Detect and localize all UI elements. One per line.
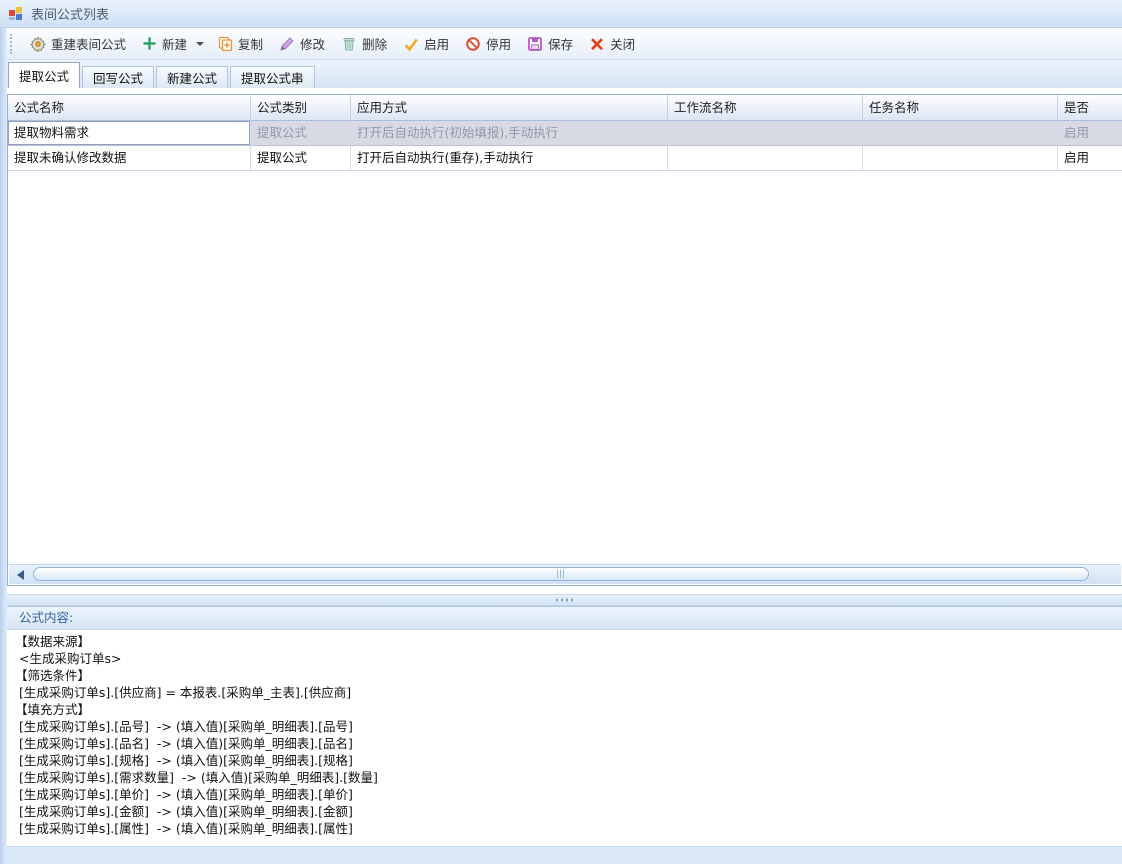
scroll-left-button[interactable] bbox=[12, 568, 28, 581]
column-header-3[interactable]: 应用方式 bbox=[351, 95, 668, 121]
formula-content-panel: 公式内容: 【数据来源】 <生成采购订单s>【筛选条件】 [生成采购订单s].[… bbox=[7, 606, 1122, 864]
panel-gap bbox=[0, 586, 1122, 594]
new-button[interactable]: 新建 bbox=[135, 31, 194, 56]
formula-list-window: 表间公式列表 重建表间公式 新建 bbox=[0, 0, 1122, 864]
formula-line: [生成采购订单s].[需求数量] -> (填入值)[采购单_明细表].[数量] bbox=[15, 769, 1118, 786]
table-row[interactable]: 提取未确认修改数据提取公式打开后自动执行(重存),手动执行 启用 bbox=[8, 146, 1122, 171]
tab-extract-formula[interactable]: 提取公式 bbox=[8, 62, 80, 88]
window-title: 表间公式列表 bbox=[31, 4, 109, 23]
scrollbar-grip bbox=[557, 570, 565, 579]
column-header-2[interactable]: 公式类别 bbox=[251, 95, 351, 121]
table-cell: 提取物料需求 bbox=[8, 121, 251, 146]
gear-icon bbox=[30, 36, 46, 52]
enable-button[interactable]: 启用 bbox=[396, 31, 456, 56]
column-header-6[interactable]: 是否 bbox=[1058, 95, 1122, 121]
column-header-4[interactable]: 工作流名称 bbox=[668, 95, 863, 121]
splitter-dots-icon bbox=[556, 599, 574, 602]
trash-icon bbox=[341, 36, 357, 52]
formula-line: [生成采购订单s].[金额] -> (填入值)[采购单_明细表].[金额] bbox=[15, 803, 1118, 820]
new-dropdown-arrow[interactable] bbox=[196, 42, 204, 46]
column-header-5[interactable]: 任务名称 bbox=[863, 95, 1058, 121]
formula-line: [生成采购订单s].[属性] -> (填入值)[采购单_明细表].[属性] bbox=[15, 820, 1118, 837]
table-cell: 提取公式 bbox=[251, 121, 351, 146]
table-cell: 打开后自动执行(重存),手动执行 bbox=[351, 146, 668, 171]
table-cell bbox=[863, 121, 1058, 146]
tab-extract-formula-chain[interactable]: 提取公式串 bbox=[230, 66, 315, 88]
grid-empty-area bbox=[8, 171, 1122, 564]
formula-line: [生成采购订单s].[品名] -> (填入值)[采购单_明细表].[品名] bbox=[15, 735, 1118, 752]
scrollbar-thumb[interactable] bbox=[33, 567, 1089, 581]
splitter-handle[interactable] bbox=[7, 594, 1122, 606]
titlebar: 表间公式列表 bbox=[0, 0, 1122, 28]
table-cell: 提取公式 bbox=[251, 146, 351, 171]
table-cell: 启用 bbox=[1058, 146, 1122, 171]
formula-content-header: 公式内容: bbox=[7, 607, 1122, 630]
close-icon bbox=[589, 36, 605, 52]
formula-line: <生成采购订单s> bbox=[15, 650, 1118, 667]
window-left-border bbox=[0, 28, 7, 864]
formula-grid: 公式名称公式类别应用方式工作流名称任务名称是否 提取物料需求提取公式打开后自动执… bbox=[7, 94, 1122, 586]
tab-new-formula[interactable]: 新建公式 bbox=[156, 66, 228, 88]
toolbar: 重建表间公式 新建 复制 bbox=[0, 28, 1122, 60]
ban-icon bbox=[465, 36, 481, 52]
formula-content-text[interactable]: 【数据来源】 <生成采购订单s>【筛选条件】 [生成采购订单s].[供应商] =… bbox=[7, 630, 1122, 847]
formula-line: [生成采购订单s].[单价] -> (填入值)[采购单_明细表].[单价] bbox=[15, 786, 1118, 803]
toolbar-grip[interactable] bbox=[10, 34, 13, 54]
tabstrip: 提取公式 回写公式 新建公式 提取公式串 bbox=[7, 60, 1122, 88]
formula-line: [生成采购订单s].[供应商] = 本报表.[采购单_主表].[供应商] bbox=[15, 684, 1118, 701]
horizontal-scrollbar[interactable] bbox=[9, 564, 1121, 584]
table-cell bbox=[863, 146, 1058, 171]
table-cell: 打开后自动执行(初始填报),手动执行 bbox=[351, 121, 668, 146]
tab-writeback-formula[interactable]: 回写公式 bbox=[82, 66, 154, 88]
table-cell bbox=[668, 121, 863, 146]
copy-icon bbox=[217, 36, 233, 52]
save-icon bbox=[527, 36, 543, 52]
grid-header-row: 公式名称公式类别应用方式工作流名称任务名称是否 bbox=[8, 95, 1122, 121]
pencil-icon bbox=[279, 36, 295, 52]
modify-button[interactable]: 修改 bbox=[272, 31, 332, 56]
table-cell bbox=[668, 146, 863, 171]
copy-button[interactable]: 复制 bbox=[210, 31, 270, 56]
disable-button[interactable]: 停用 bbox=[458, 31, 518, 56]
close-button[interactable]: 关闭 bbox=[582, 31, 642, 56]
formula-line: [生成采购订单s].[规格] -> (填入值)[采购单_明细表].[规格] bbox=[15, 752, 1118, 769]
table-row[interactable]: 提取物料需求提取公式打开后自动执行(初始填报),手动执行 启用 bbox=[8, 121, 1122, 146]
delete-button[interactable]: 删除 bbox=[334, 31, 394, 56]
grid-rows: 提取物料需求提取公式打开后自动执行(初始填报),手动执行启用提取未确认修改数据提… bbox=[8, 121, 1122, 171]
formula-line: 【筛选条件】 bbox=[15, 667, 1118, 684]
table-cell: 启用 bbox=[1058, 121, 1122, 146]
window-icon bbox=[8, 6, 24, 22]
formula-line: 【数据来源】 bbox=[15, 633, 1118, 650]
column-header-1[interactable]: 公式名称 bbox=[8, 95, 251, 121]
formula-line: [生成采购订单s].[品号] -> (填入值)[采购单_明细表].[品号] bbox=[15, 718, 1118, 735]
check-icon bbox=[403, 36, 419, 52]
plus-icon bbox=[142, 36, 157, 51]
save-button[interactable]: 保存 bbox=[520, 31, 580, 56]
formula-line: 【填充方式】 bbox=[15, 701, 1118, 718]
rebuild-formula-button[interactable]: 重建表间公式 bbox=[23, 31, 133, 56]
table-cell: 提取未确认修改数据 bbox=[8, 146, 251, 171]
